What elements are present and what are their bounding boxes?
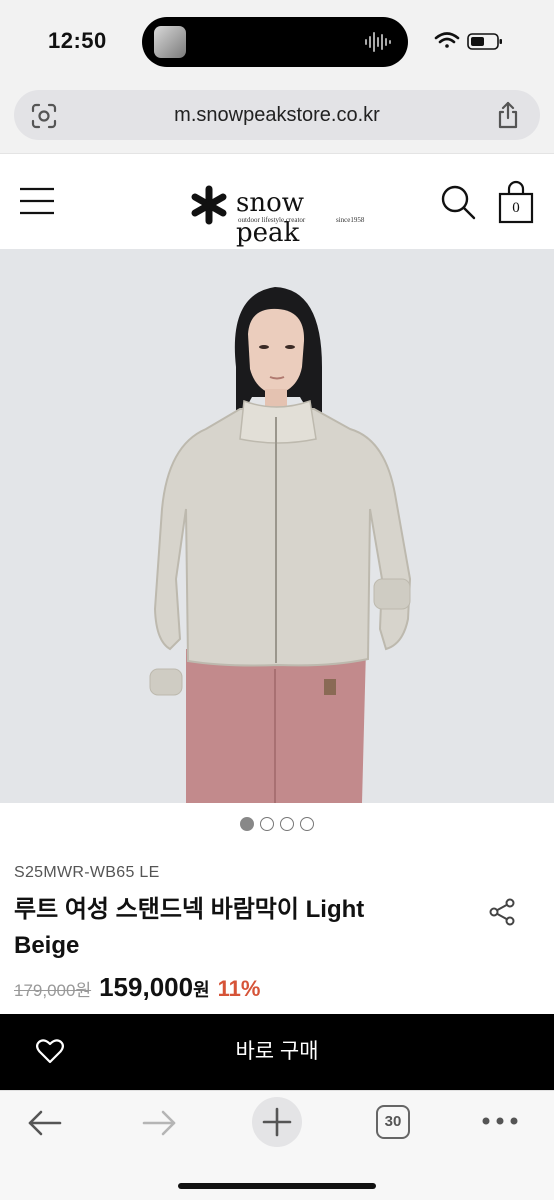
logo-since: since1958 — [336, 216, 365, 224]
status-icons — [434, 32, 502, 50]
plus-icon — [262, 1107, 292, 1137]
carousel-indicator[interactable] — [0, 817, 554, 833]
dynamic-island[interactable] — [142, 17, 408, 67]
price-row: 179,000원 159,000원 11% — [14, 972, 260, 1006]
browser-address-area: m.snowpeakstore.co.kr — [0, 84, 554, 154]
now-playing-thumbnail — [154, 26, 186, 58]
site-header: snow peak outdoor lifestyle creator sinc… — [0, 154, 554, 249]
sale-price-currency: 원 — [193, 980, 210, 1000]
carousel-dot-2[interactable] — [260, 817, 274, 831]
search-icon[interactable] — [440, 184, 476, 220]
snow-peak-logo[interactable]: snow peak outdoor lifestyle creator sinc… — [188, 184, 368, 248]
tab-count-button[interactable]: 30 — [376, 1105, 410, 1139]
product-code: S25MWR-WB65 LE — [14, 864, 160, 881]
cart-button[interactable]: 0 — [497, 180, 535, 224]
product-name: 루트 여성 스탠드넥 바람막이 Light Beige — [14, 896, 365, 959]
more-menu-icon[interactable] — [480, 1113, 520, 1129]
buy-now-button[interactable]: 바로 구매 — [80, 1014, 554, 1090]
new-tab-button[interactable] — [252, 1097, 302, 1147]
hamburger-menu-icon[interactable] — [20, 186, 54, 216]
status-time: 12:50 — [48, 28, 107, 53]
screen: 12:50 m.snowpeakstore.co.kr snow peak ou… — [0, 0, 554, 1200]
wishlist-heart-icon[interactable] — [36, 1038, 64, 1064]
model-photo — [149, 287, 412, 803]
browser-toolbar: 30 — [0, 1090, 554, 1200]
product-image[interactable] — [0, 249, 554, 803]
snowflake-logo-icon — [191, 185, 227, 225]
discount-rate: 11% — [217, 976, 261, 1001]
sale-price: 159,000 — [99, 972, 194, 1002]
status-bar: 12:50 — [0, 0, 554, 84]
carousel-dot-3[interactable] — [280, 817, 294, 831]
audio-wave-icon — [365, 32, 391, 52]
url-text[interactable]: m.snowpeakstore.co.kr — [14, 104, 540, 127]
logo-tagline: outdoor lifestyle creator — [238, 216, 306, 224]
address-bar[interactable]: m.snowpeakstore.co.kr — [14, 90, 540, 140]
cart-count: 0 — [512, 200, 520, 216]
home-indicator — [178, 1183, 376, 1189]
original-price: 179,000원 — [14, 981, 92, 1000]
carousel-dot-1[interactable] — [240, 817, 254, 831]
share-upload-icon[interactable] — [494, 100, 522, 130]
battery-icon — [467, 33, 502, 50]
forward-arrow-icon[interactable] — [140, 1105, 178, 1141]
share-icon[interactable] — [488, 898, 516, 926]
carousel-dot-4[interactable] — [300, 817, 314, 831]
purchase-bar: 바로 구매 — [0, 1014, 554, 1090]
wifi-icon — [434, 32, 460, 48]
back-arrow-icon[interactable] — [26, 1105, 64, 1141]
